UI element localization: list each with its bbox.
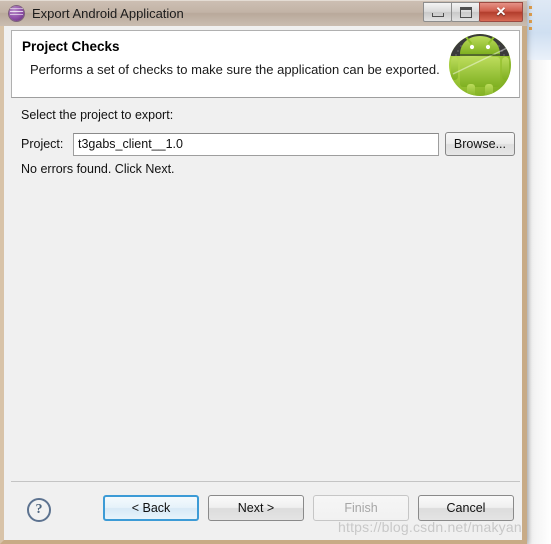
wizard-header: Project Checks Performs a set of checks … xyxy=(11,30,520,98)
background-dots-icon xyxy=(529,6,532,36)
help-icon[interactable]: ? xyxy=(27,498,51,522)
dialog-title: Export Android Application xyxy=(32,6,184,21)
next-button[interactable]: Next > xyxy=(208,495,304,521)
browse-button[interactable]: Browse... xyxy=(444,132,515,156)
status-message: No errors found. Click Next. xyxy=(21,162,175,176)
close-button-icon[interactable]: ✕ xyxy=(479,2,523,22)
background-document-pane xyxy=(524,60,551,544)
project-label: Project: xyxy=(21,137,64,151)
select-project-label: Select the project to export: xyxy=(21,108,174,122)
desktop-background: Export Android Application ✕ Project Che… xyxy=(0,0,551,544)
cancel-button[interactable]: Cancel xyxy=(418,495,514,521)
project-input[interactable] xyxy=(73,132,439,156)
eclipse-sphere-icon xyxy=(9,6,24,21)
minimize-button-icon[interactable] xyxy=(423,2,452,22)
maximize-button-icon[interactable] xyxy=(451,2,480,22)
finish-button: Finish xyxy=(313,495,409,521)
page-title: Project Checks xyxy=(22,39,120,54)
back-button[interactable]: < Back xyxy=(103,495,199,521)
wizard-footer: ? < Back Next > Finish Cancel xyxy=(11,482,520,540)
export-android-application-dialog: Export Android Application ✕ Project Che… xyxy=(0,0,527,544)
dialog-button-bar: < Back Next > Finish Cancel xyxy=(103,495,514,521)
window-controls: ✕ xyxy=(423,2,523,22)
android-robot-icon xyxy=(449,34,511,96)
wizard-body: Select the project to export: Project: B… xyxy=(11,99,520,481)
dialog-titlebar[interactable]: Export Android Application ✕ xyxy=(0,0,527,26)
page-description: Performs a set of checks to make sure th… xyxy=(30,62,440,77)
project-field-row: Project: Browse... xyxy=(21,132,515,156)
